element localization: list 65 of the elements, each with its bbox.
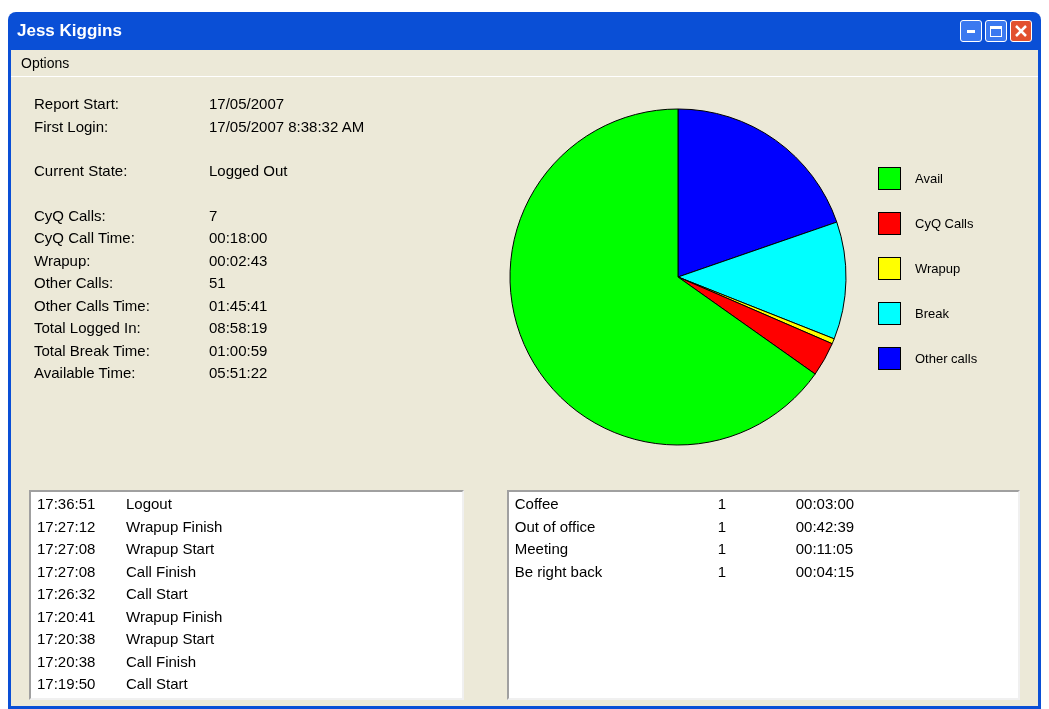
minimize-icon: [967, 29, 975, 33]
event-time: 17:20:38: [37, 629, 97, 649]
stat-value: 01:45:41: [209, 295, 268, 316]
legend-label: Break: [915, 304, 949, 323]
stat-value: 00:18:00: [209, 228, 268, 248]
stat-value: 08:58:19: [209, 318, 268, 338]
stat-value: 51: [209, 273, 226, 293]
stat-value: 01:00:59: [209, 340, 268, 361]
event-time: 17:20:41: [37, 606, 97, 627]
event-name: Call Start: [126, 674, 188, 694]
stat-label: Report Start:: [34, 94, 121, 114]
break-name: Meeting: [514, 539, 570, 559]
stat-label: Total Break Time:: [34, 340, 151, 361]
stat-label: Other Calls Time:: [34, 295, 151, 316]
stat-value: 17/05/2007: [209, 94, 285, 114]
event-name: Wrapup Start: [126, 629, 215, 649]
event-time: 17:27:08: [37, 561, 97, 582]
break-count: 1: [717, 561, 728, 582]
break-name: Be right back: [514, 561, 604, 582]
event-time: 17:27:08: [37, 539, 97, 559]
legend-label: Avail: [915, 169, 943, 188]
maximize-button[interactable]: [985, 20, 1007, 42]
stat-value: 00:02:43: [209, 250, 268, 271]
event-time: 17:20:38: [37, 651, 97, 672]
break-count: 1: [717, 494, 728, 514]
event-name: Wrapup Start: [126, 539, 215, 559]
stat-value: 7: [209, 205, 218, 226]
minimize-button[interactable]: [960, 20, 982, 42]
event-name: Wrapup Finish: [126, 516, 223, 537]
stat-value: 05:51:22: [209, 363, 268, 383]
stat-value: Logged Out: [209, 161, 288, 181]
event-time: 17:26:32: [37, 584, 97, 604]
maximize-icon: [990, 25, 1002, 37]
legend-label: CyQ Calls: [915, 214, 974, 233]
close-icon: [1015, 25, 1027, 37]
stat-label: Total Logged In:: [34, 318, 142, 338]
break-duration: 00:04:15: [795, 561, 855, 582]
close-button[interactable]: [1010, 20, 1032, 42]
break-duration: 00:11:05: [795, 539, 853, 559]
event-name: Logout: [126, 494, 172, 514]
stat-label: Available Time:: [34, 363, 137, 383]
break-duration: 00:03:00: [795, 494, 855, 514]
break-duration: 00:42:39: [795, 516, 855, 537]
window-title: Jess Kiggins: [17, 20, 122, 43]
legend-label: Wrapup: [915, 259, 961, 278]
stat-label: Wrapup:: [34, 250, 92, 271]
stat-label: Current State:: [34, 161, 129, 181]
event-time: 17:19:50: [37, 674, 97, 694]
stat-label: CyQ Call Time:: [34, 228, 136, 248]
break-count: 1: [717, 516, 728, 537]
event-name: Call Finish: [126, 651, 197, 672]
break-name: Coffee: [514, 494, 560, 514]
event-name: Call Finish: [126, 561, 197, 582]
event-time: 17:36:51: [37, 494, 97, 514]
event-name: Call Start: [126, 584, 188, 604]
legend-label: Other calls: [915, 349, 978, 368]
stat-value: 17/05/2007 8:38:32 AM: [209, 116, 365, 137]
stat-label: Other Calls:: [34, 273, 115, 293]
break-count: 1: [717, 539, 728, 559]
event-name: Wrapup Finish: [126, 606, 223, 627]
menu-item[interactable]: Options: [21, 52, 70, 74]
stat-label: CyQ Calls:: [34, 205, 107, 226]
event-time: 17:27:12: [37, 516, 97, 537]
break-name: Out of office: [514, 516, 597, 537]
stat-label: First Login:: [34, 116, 110, 137]
